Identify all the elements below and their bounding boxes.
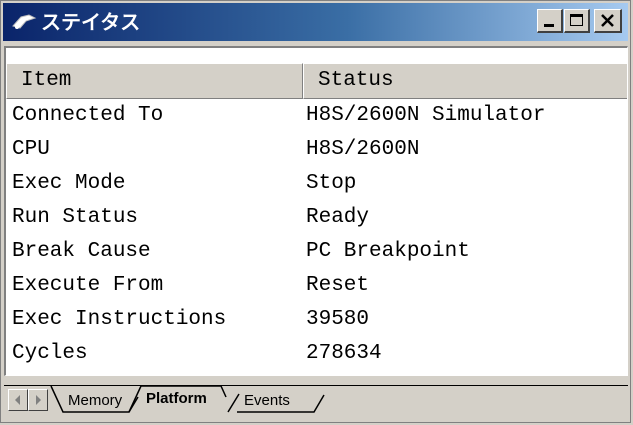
- tab-bar: Memory Platform Events: [4, 385, 628, 419]
- table-row[interactable]: Connected To H8S/2600N Simulator: [6, 99, 626, 133]
- status-cell: PC Breakpoint: [306, 240, 470, 263]
- table-row[interactable]: Exec Mode Stop: [6, 167, 626, 201]
- item-cell: Cycles: [12, 342, 88, 365]
- item-cell: Exec Mode: [12, 172, 126, 195]
- maximize-icon: [570, 14, 583, 26]
- status-cell: Ready: [306, 206, 370, 229]
- item-cell: Exec Instructions: [12, 308, 227, 331]
- window-title: ステイタス: [41, 10, 141, 34]
- column-header-item[interactable]: Item: [6, 63, 303, 99]
- title-bar[interactable]: ステイタス: [3, 3, 628, 41]
- minimize-button[interactable]: [537, 9, 563, 33]
- status-cell: Reset: [306, 274, 370, 297]
- table-row[interactable]: Execute From Reset: [6, 269, 626, 303]
- tab-memory[interactable]: Memory: [68, 391, 122, 411]
- item-cell: Connected To: [12, 104, 164, 127]
- item-cell: Run Status: [12, 206, 139, 229]
- status-table: Item Status Connected To H8S/2600N Simula…: [4, 46, 628, 376]
- item-cell: Execute From: [12, 274, 164, 297]
- maximize-button[interactable]: [564, 9, 590, 33]
- status-icon: [12, 14, 37, 29]
- status-cell: H8S/2600N Simulator: [306, 104, 546, 127]
- table-body: Connected To H8S/2600N Simulator CPU H8S/2…: [6, 99, 626, 371]
- minimize-icon: [544, 24, 554, 27]
- status-cell: H8S/2600N: [306, 138, 420, 161]
- close-icon: [601, 14, 614, 27]
- table-row[interactable]: Run Status Ready: [6, 201, 626, 235]
- tab-platform[interactable]: Platform: [146, 389, 207, 409]
- close-button[interactable]: [594, 9, 622, 33]
- item-cell: Break Cause: [12, 240, 151, 263]
- status-cell: Stop: [306, 172, 357, 195]
- column-header-status[interactable]: Status: [303, 63, 627, 99]
- table-row[interactable]: Cycles 278634: [6, 337, 626, 371]
- status-window: ステイタス Item Status Connected To H8S/2600N …: [0, 0, 631, 423]
- table-row[interactable]: Break Cause PC Breakpoint: [6, 235, 626, 269]
- status-cell: 278634: [306, 342, 382, 365]
- item-cell: CPU: [12, 138, 50, 161]
- table-row[interactable]: CPU H8S/2600N: [6, 133, 626, 167]
- tab-events[interactable]: Events: [244, 391, 290, 411]
- status-cell: 39580: [306, 308, 370, 331]
- table-row[interactable]: Exec Instructions 39580: [6, 303, 626, 337]
